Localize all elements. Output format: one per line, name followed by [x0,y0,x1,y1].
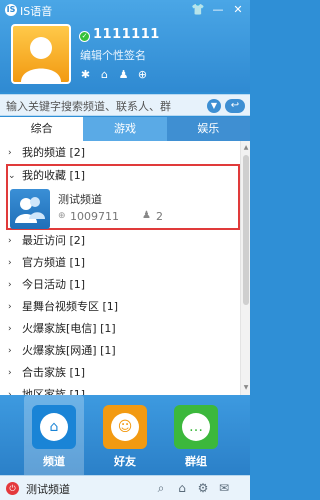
header: IS IS语音 👕 — ✕ ✓ 1111111 编辑个性签名 ✱ ⌂ ♟ ⊕ [0,0,250,92]
friends-icon: ☺ [111,413,139,441]
chevron-right-icon: › [8,346,12,356]
bluetooth-icon[interactable]: ✱ [79,68,92,81]
online-status-icon[interactable]: ✓ [79,31,90,42]
list-item-label: 最近访问 [2] [22,234,86,247]
chevron-right-icon: › [8,280,12,290]
tab-games[interactable]: 游戏 [83,117,167,141]
scroll-thumb[interactable] [243,155,249,305]
list-item-family-telecom[interactable]: › 火爆家族[电信] [1] [0,318,238,340]
home-icon[interactable]: ⌂ [98,68,111,81]
chat-icon: … [182,413,210,441]
chevron-right-icon: › [8,368,12,378]
person-icon[interactable]: ♟ [117,68,130,81]
channel-list: › 我的频道 [2] ⌄ 我的收藏 [1] 测试频道 ⊕ 1009711 ♟ 2… [0,141,250,395]
nav-channels-label: 频道 [43,455,65,468]
list-item-label: 火爆家族[电信] [1] [22,322,116,335]
list-item-label: 星舞台视频专区 [1] [22,300,119,313]
list-item-family-netcom[interactable]: › 火爆家族[网通] [1] [0,340,238,362]
chevron-right-icon: › [8,390,12,395]
list-item-label: 火爆家族[网通] [1] [22,344,116,357]
mail-icon[interactable]: ✉ [216,480,232,496]
search-bar: ▼ ↩ [0,94,250,116]
settings-icon[interactable]: ⚙ [195,480,211,496]
signature-field[interactable]: 编辑个性签名 [80,47,146,63]
home-icon: ⌂ [40,413,68,441]
nav-friends-button[interactable]: ☺ 好友 [95,395,155,475]
list-scrollbar[interactable]: ▲ ▼ [240,141,250,395]
nav-groups-label: 群组 [185,455,207,468]
list-item-combat-family[interactable]: › 合击家族 [1] [0,362,238,384]
favorite-channel[interactable]: 测试频道 ⊕ 1009711 ♟ 2 [0,141,230,229]
nav-channels-button[interactable]: ⌂ 频道 [24,395,84,475]
chevron-right-icon: › [8,236,12,246]
nav-channels-tile: ⌂ [32,405,76,449]
search-icon[interactable]: ⌕ [153,480,169,496]
nav-groups-button[interactable]: … 群组 [166,395,226,475]
chevron-right-icon: › [8,258,12,268]
avatar[interactable] [11,24,71,84]
list-item-today-events[interactable]: › 今日活动 [1] [0,274,238,296]
default-avatar-icon [21,37,61,82]
search-input[interactable] [6,98,204,114]
title-bar[interactable]: IS IS语音 👕 — ✕ [0,0,250,20]
member-icon: ♟ [142,210,151,221]
minimize-button[interactable]: — [209,2,227,17]
user-id: 1111111 [93,27,160,42]
status-bar: ⏻ 测试频道 ⌕ ⌂ ⚙ ✉ [0,475,250,500]
skin-button[interactable]: 👕 [189,2,207,17]
tab-general[interactable]: 综合 [0,117,84,141]
app-logo-icon: IS [5,4,17,16]
category-tabs: 综合 游戏 娱乐 [0,117,250,141]
scroll-down-icon[interactable]: ▼ [242,384,250,392]
list-item-star-stage[interactable]: › 星舞台视频专区 [1] [0,296,238,318]
nav-groups-tile: … [174,405,218,449]
app-title: IS语音 [20,5,53,18]
list-item-label: 合击家族 [1] [22,366,86,379]
home-icon[interactable]: ⌂ [174,480,190,496]
list-item-label: 地区家族 [1] [22,388,86,395]
list-item-official[interactable]: › 官方频道 [1] [0,252,238,274]
scroll-up-icon[interactable]: ▲ [242,144,250,152]
search-dropdown-icon[interactable]: ▼ [207,99,221,113]
nav-friends-tile: ☺ [103,405,147,449]
channel-avatar [10,189,50,229]
chevron-right-icon: › [8,324,12,334]
list-item-label: 今日活动 [1] [22,278,86,291]
channel-id-icon: ⊕ [58,211,66,221]
gamepad-icon[interactable]: ⊕ [136,68,149,81]
list-item-regional-family[interactable]: › 地区家族 [1] [0,384,238,395]
group-icon [15,197,45,223]
list-item-label: 官方频道 [1] [22,256,86,269]
current-channel[interactable]: 测试频道 [26,481,70,497]
close-button[interactable]: ✕ [229,2,247,17]
bottom-nav: ⌂ 频道 ☺ 好友 … 群组 [0,395,250,475]
list-item-recent[interactable]: › 最近访问 [2] [0,230,238,252]
power-icon[interactable]: ⏻ [6,482,19,495]
search-back-icon[interactable]: ↩ [225,99,245,113]
channel-name: 测试频道 [58,193,102,206]
channel-member-count: 2 [156,210,163,223]
nav-friends-label: 好友 [114,455,136,468]
channel-id: 1009711 [70,210,119,223]
chevron-right-icon: › [8,302,12,312]
tab-entertainment[interactable]: 娱乐 [166,117,250,141]
